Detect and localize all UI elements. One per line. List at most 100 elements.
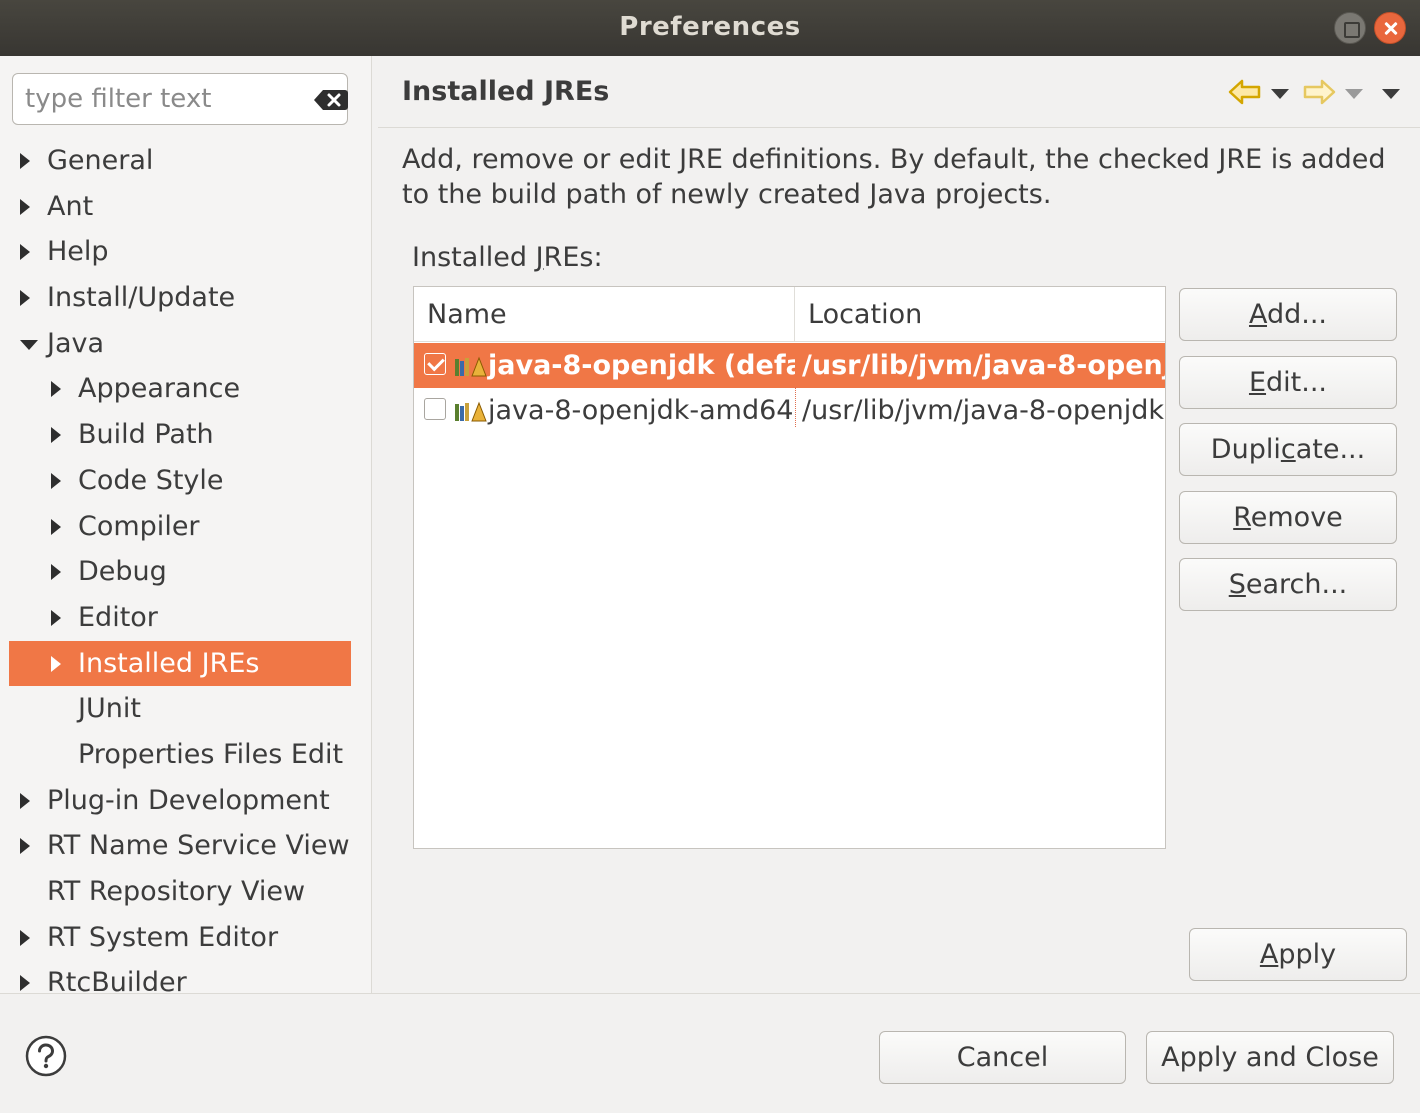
tree-item-label: Build Path xyxy=(78,419,214,451)
back-history-dropdown-icon[interactable] xyxy=(1271,89,1289,99)
tree-item-label: RT Repository View xyxy=(47,876,306,907)
preference-tree: General Ant Help Install/Update Java Appearan… xyxy=(0,138,371,993)
collapsed-arrow-icon[interactable] xyxy=(20,198,30,215)
tree-item[interactable]: JUnit xyxy=(0,686,371,732)
tree-item[interactable]: Build Path xyxy=(0,412,371,458)
edit-button[interactable]: Edit... xyxy=(1179,356,1397,409)
apply-button[interactable]: Apply xyxy=(1189,928,1407,981)
duplicate-label-pre: Dupli xyxy=(1210,434,1281,465)
collapsed-arrow-icon[interactable] xyxy=(20,290,30,307)
help-icon[interactable] xyxy=(25,1035,67,1077)
edit-mnemonic: E xyxy=(1248,367,1267,398)
tree-item-label: RT System Editor xyxy=(47,921,279,953)
jre-name: java-8-openjdk (default) xyxy=(488,350,795,381)
installed-jres-label: Installed JREs: xyxy=(412,242,603,273)
view-menu-icon[interactable] xyxy=(1382,89,1400,99)
tree-item[interactable]: RT System Editor xyxy=(0,915,371,961)
clear-filter-icon[interactable] xyxy=(313,88,349,112)
close-icon[interactable] xyxy=(1374,12,1406,44)
tree-item-label: JUnit xyxy=(78,693,141,725)
jre-table[interactable]: Name Location java-8-openjdk (default) /… xyxy=(413,286,1166,849)
forward-arrow-icon[interactable] xyxy=(1302,78,1336,106)
maximize-icon[interactable] xyxy=(1334,12,1366,44)
tree-item-label: General xyxy=(47,145,154,176)
tree-item[interactable]: General xyxy=(0,138,371,184)
tree-item[interactable]: Debug xyxy=(0,549,371,595)
collapsed-arrow-icon[interactable] xyxy=(20,838,30,855)
collapsed-arrow-icon[interactable] xyxy=(51,518,61,535)
collapsed-arrow-icon[interactable] xyxy=(20,153,30,169)
tree-item-label: Properties Files Edit xyxy=(78,738,344,770)
tree-item-label: Appearance xyxy=(78,373,241,405)
collapsed-arrow-icon[interactable] xyxy=(51,427,61,444)
label-text-rest: REs: xyxy=(543,242,603,273)
search-mnemonic: S xyxy=(1228,569,1246,600)
jre-name: java-8-openjdk-amd64 xyxy=(488,395,794,426)
jre-checkbox[interactable] xyxy=(424,398,446,420)
expanded-arrow-icon[interactable] xyxy=(20,339,38,350)
duplicate-button[interactable]: Duplicate... xyxy=(1179,423,1397,476)
apply-and-close-button[interactable]: Apply and Close xyxy=(1146,1031,1394,1084)
tree-item[interactable]: Editor xyxy=(0,595,371,641)
table-row[interactable]: java-8-openjdk (default) /usr/lib/jvm/ja… xyxy=(414,343,1165,388)
collapsed-arrow-icon[interactable] xyxy=(51,381,61,398)
tree-item-label: Code Style xyxy=(78,464,224,496)
tree-item[interactable]: Properties Files Edit xyxy=(0,732,371,778)
add-label: dd... xyxy=(1266,299,1328,330)
search-label: earch... xyxy=(1245,569,1348,600)
add-button[interactable]: Add... xyxy=(1179,288,1397,341)
apply-label: pply xyxy=(1278,939,1337,970)
column-header-name[interactable]: Name xyxy=(414,287,795,342)
remove-mnemonic: R xyxy=(1233,502,1251,533)
tree-item[interactable]: Plug-in Development xyxy=(0,778,371,824)
filter-input[interactable] xyxy=(25,82,295,116)
tree-item[interactable]: Help xyxy=(0,229,371,275)
collapsed-arrow-icon[interactable] xyxy=(51,564,61,581)
tree-item-label: RtcBuilder xyxy=(47,967,187,993)
remove-label: emove xyxy=(1250,502,1343,533)
collapsed-arrow-icon[interactable] xyxy=(51,609,61,626)
tree-item-label: Editor xyxy=(78,601,158,633)
jre-location: /usr/lib/jvm/java-8-openjdk-amd64 xyxy=(802,395,1165,426)
add-mnemonic: A xyxy=(1248,299,1267,330)
preference-nav-panel: General Ant Help Install/Update Java Appearan… xyxy=(0,56,372,993)
jre-location: /usr/lib/jvm/java-8-openjdk xyxy=(802,350,1165,381)
window-title: Preferences xyxy=(619,12,801,42)
tree-item[interactable]: Install/Update xyxy=(0,275,371,321)
title-bar: Preferences xyxy=(0,0,1420,56)
forward-history-dropdown-icon[interactable] xyxy=(1345,89,1363,99)
tree-item[interactable]: Installed JREs xyxy=(9,640,351,687)
table-row[interactable]: java-8-openjdk-amd64 /usr/lib/jvm/java-8… xyxy=(414,388,1165,433)
label-text: Installed xyxy=(412,242,536,273)
tree-item[interactable]: Ant xyxy=(0,184,371,230)
collapsed-arrow-icon[interactable] xyxy=(20,244,30,261)
tree-item[interactable]: Java xyxy=(0,321,371,367)
duplicate-mnemonic: c xyxy=(1280,434,1296,465)
tree-item[interactable]: RT Name Service View xyxy=(0,823,371,869)
cancel-button[interactable]: Cancel xyxy=(879,1031,1126,1084)
tree-item[interactable]: Appearance xyxy=(0,366,371,412)
tree-item[interactable]: RtcBuilder xyxy=(0,960,371,993)
tree-item[interactable]: RT Repository View xyxy=(0,869,371,915)
collapsed-arrow-icon[interactable] xyxy=(20,929,30,946)
column-divider xyxy=(795,387,796,427)
tree-item[interactable]: Compiler xyxy=(0,504,371,550)
search-button[interactable]: Search... xyxy=(1179,558,1397,611)
back-arrow-icon[interactable] xyxy=(1228,78,1262,106)
filter-field[interactable] xyxy=(12,73,348,125)
remove-button[interactable]: Remove xyxy=(1179,491,1397,544)
tree-item[interactable]: Code Style xyxy=(0,458,371,504)
collapsed-arrow-icon[interactable] xyxy=(20,975,30,992)
tree-item-label: Debug xyxy=(78,556,167,588)
default-jre-checkbox[interactable] xyxy=(424,353,446,375)
tree-item-label: Ant xyxy=(47,190,94,222)
column-header-location[interactable]: Location xyxy=(795,287,1165,342)
collapsed-arrow-icon[interactable] xyxy=(51,472,61,489)
collapsed-arrow-icon[interactable] xyxy=(20,792,30,809)
tree-item-label: Install/Update xyxy=(47,282,236,314)
duplicate-label: ate... xyxy=(1295,434,1366,465)
collapsed-arrow-icon[interactable] xyxy=(51,655,61,672)
tree-item-label: Java xyxy=(47,327,105,359)
tree-item-label: Plug-in Development xyxy=(47,784,330,816)
page-header: Installed JREs xyxy=(378,56,1420,128)
